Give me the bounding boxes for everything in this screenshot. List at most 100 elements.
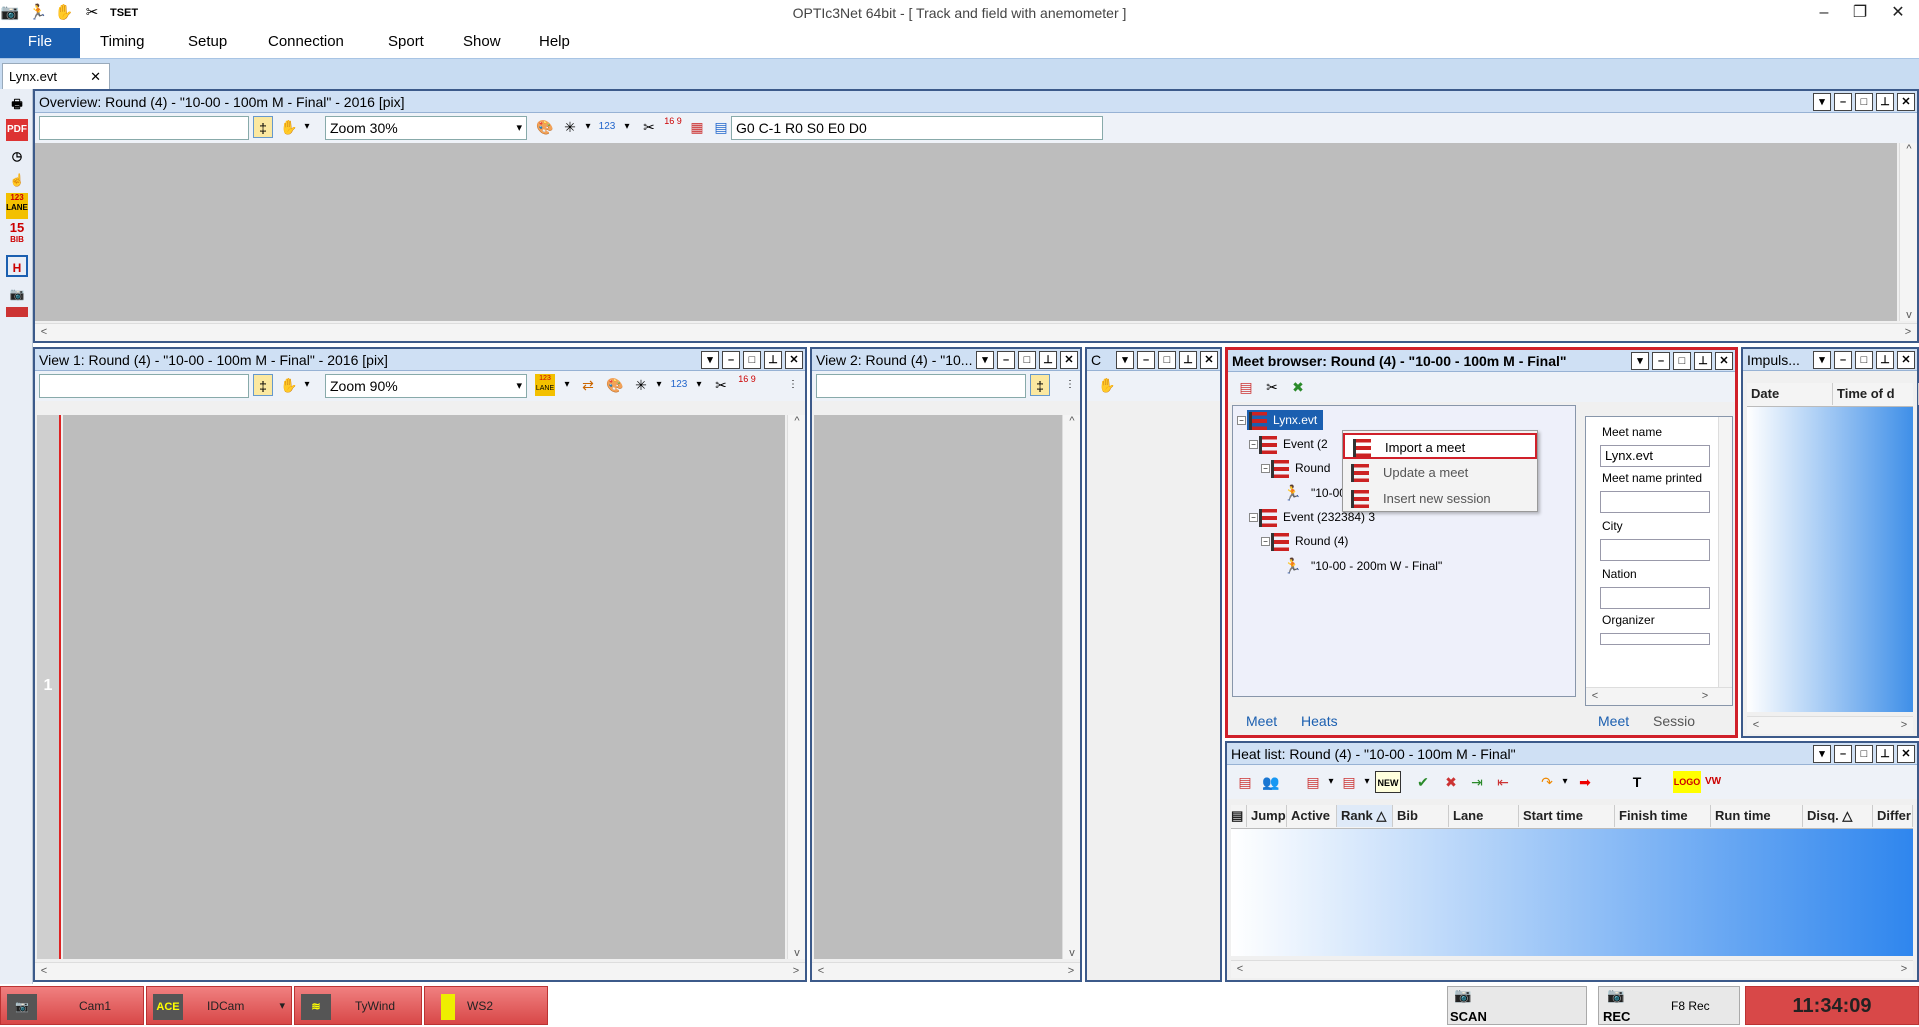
menu-sport[interactable]: Sport	[376, 28, 436, 58]
meet-name-input[interactable]: Lynx.evt	[1600, 445, 1710, 467]
collapse-icon[interactable]: −	[1249, 440, 1258, 449]
col-run-time[interactable]: Run time	[1711, 805, 1803, 827]
menu-timing[interactable]: Timing	[88, 28, 156, 58]
pin-button[interactable]: ⊥	[1876, 351, 1894, 369]
tab-form-session[interactable]: Sessio	[1643, 710, 1705, 732]
pin-button[interactable]: ⊥	[1039, 351, 1057, 369]
brightness-dropdown-icon[interactable]: ▾	[578, 116, 598, 138]
menu-connection[interactable]: Connection	[256, 28, 356, 58]
runner-remove-icon[interactable]: ✖	[1441, 771, 1461, 793]
tab-meet[interactable]: Meet	[1236, 710, 1287, 732]
col-finish-time[interactable]: Finish time	[1615, 805, 1711, 827]
toolbar-overflow-icon[interactable]: ⋮	[783, 374, 803, 396]
city-input[interactable]	[1600, 539, 1710, 561]
overview-status-field[interactable]: G0 C-1 R0 S0 E0 D0	[731, 116, 1103, 140]
camera-small-icon[interactable]: 📷	[6, 283, 28, 305]
col-start-time[interactable]: Start time	[1519, 805, 1615, 827]
dropdown-button[interactable]: ▾	[701, 351, 719, 369]
impulse-horizontal-scrollbar[interactable]: < >	[1747, 716, 1913, 734]
nation-input[interactable]	[1600, 587, 1710, 609]
menu-file[interactable]: File	[0, 28, 80, 58]
col-differ[interactable]: Differ	[1873, 805, 1913, 827]
close-panel-button[interactable]: ✕	[1897, 93, 1915, 111]
ws2-button[interactable]: WS2	[424, 986, 548, 1025]
runner-delete-icon[interactable]: ✖	[1288, 376, 1308, 398]
tywind-button[interactable]: ≋ TyWind	[294, 986, 422, 1025]
minimize-panel-button[interactable]: –	[1834, 93, 1852, 111]
pdf-icon[interactable]: PDF	[6, 119, 28, 141]
color-grid-icon[interactable]: ▦	[687, 116, 707, 138]
close-tab-icon[interactable]: ✕	[90, 64, 101, 90]
close-panel-button[interactable]: ✕	[785, 351, 803, 369]
minimize-panel-button[interactable]: –	[997, 351, 1015, 369]
hand-dropdown-icon[interactable]: ▾	[297, 374, 317, 396]
idcam-button[interactable]: ACE IDCam ▾	[146, 986, 292, 1025]
export-icon[interactable]: ▤	[711, 116, 731, 138]
pin-button[interactable]: ⊥	[1179, 351, 1197, 369]
tree-round-1[interactable]: Round	[1271, 458, 1330, 478]
tree-root[interactable]: Lynx.evt	[1247, 410, 1324, 430]
palette-icon[interactable]: 🎨	[535, 116, 555, 138]
tree-event-1[interactable]: Event (2	[1259, 434, 1328, 454]
hand-tool-icon[interactable]: ✋	[279, 374, 299, 396]
maximize-panel-button[interactable]: □	[1018, 351, 1036, 369]
maximize-panel-button[interactable]: □	[1673, 352, 1691, 370]
view2-search-input[interactable]	[816, 374, 1026, 398]
numbers-dropdown-icon[interactable]: ▾	[617, 116, 637, 138]
rec-button[interactable]: 📷 REC F8 Rec	[1598, 986, 1740, 1025]
close-panel-button[interactable]: ✕	[1897, 745, 1915, 763]
tree-heat-2[interactable]: 🏃 "10-00 - 200m W - Final"	[1283, 556, 1442, 576]
close-panel-button[interactable]: ✕	[1060, 351, 1078, 369]
tree-round-2[interactable]: Round (4)	[1271, 531, 1348, 551]
close-panel-button[interactable]: ✕	[1715, 352, 1733, 370]
minimize-panel-button[interactable]: –	[722, 351, 740, 369]
new-icon[interactable]: NEW	[1375, 771, 1401, 793]
heat-list-horizontal-scrollbar[interactable]: < >	[1231, 960, 1913, 978]
view1-vertical-scrollbar[interactable]: ^ v	[787, 415, 805, 959]
vw-icon[interactable]: VW	[1703, 771, 1723, 793]
overview-search-input[interactable]	[39, 116, 249, 140]
menu-help[interactable]: Help	[527, 28, 582, 58]
col-bib[interactable]: Bib	[1393, 805, 1449, 827]
print-icon[interactable]: 🖶	[6, 93, 28, 115]
refresh-icon[interactable]: ↷	[1537, 771, 1557, 793]
lane-icon[interactable]: 123 LANE	[535, 374, 555, 396]
meet-import-icon[interactable]: ▤	[1236, 376, 1256, 398]
remove-heat-icon[interactable]: ▤	[1339, 771, 1359, 793]
view2-vertical-scrollbar[interactable]: ^ v	[1062, 415, 1080, 959]
remove-heat-dropdown-icon[interactable]: ▾	[1357, 771, 1377, 793]
hand-tool-icon[interactable]: ✋	[1097, 374, 1117, 396]
pin-button[interactable]: ⊥	[1876, 745, 1894, 763]
overview-zoom-select[interactable]: Zoom 30%	[325, 116, 527, 140]
minimize-panel-button[interactable]: –	[1834, 351, 1852, 369]
view2-horizontal-scrollbar[interactable]: < >	[812, 962, 1080, 980]
menu-item-insert-session[interactable]: Insert new session	[1343, 486, 1537, 512]
numbers-icon[interactable]: 123	[597, 116, 617, 138]
maximize-panel-button[interactable]: □	[1158, 351, 1176, 369]
tab-form-meet[interactable]: Meet	[1588, 710, 1639, 732]
lane-dropdown-icon[interactable]: ▾	[557, 374, 577, 396]
cursor-icon[interactable]: ‡	[253, 374, 273, 396]
collapse-icon[interactable]: −	[1249, 513, 1258, 522]
scan-button[interactable]: 📷 SCAN	[1447, 986, 1587, 1025]
dropdown-button[interactable]: ▾	[1813, 93, 1831, 111]
cursor-icon[interactable]: ‡	[253, 116, 273, 138]
view1-image-area[interactable]	[63, 415, 785, 959]
export-icon[interactable]: ⇤	[1493, 771, 1513, 793]
list-icon[interactable]: ▤	[1235, 771, 1255, 793]
scissors-icon[interactable]: ✂	[711, 374, 731, 396]
form-horizontal-scrollbar[interactable]: < >	[1586, 687, 1732, 705]
add-heat-icon[interactable]: ▤	[1303, 771, 1323, 793]
import-icon[interactable]: ⇥	[1467, 771, 1487, 793]
refresh-dropdown-icon[interactable]: ▾	[1555, 771, 1575, 793]
hand-tool-icon[interactable]: ✋	[279, 116, 299, 138]
maximize-panel-button[interactable]: □	[1855, 351, 1873, 369]
collapse-icon[interactable]: −	[1261, 537, 1270, 546]
hand-dropdown-icon[interactable]: ▾	[297, 116, 317, 138]
logo-icon[interactable]: LOGO	[1673, 771, 1701, 793]
dropdown-button[interactable]: ▾	[1116, 351, 1134, 369]
people-icon[interactable]: 👥	[1261, 771, 1281, 793]
collapse-icon[interactable]: −	[1237, 416, 1246, 425]
dropdown-button[interactable]: ▾	[1631, 352, 1649, 370]
lane-icon[interactable]: 123 LANE	[6, 193, 28, 219]
